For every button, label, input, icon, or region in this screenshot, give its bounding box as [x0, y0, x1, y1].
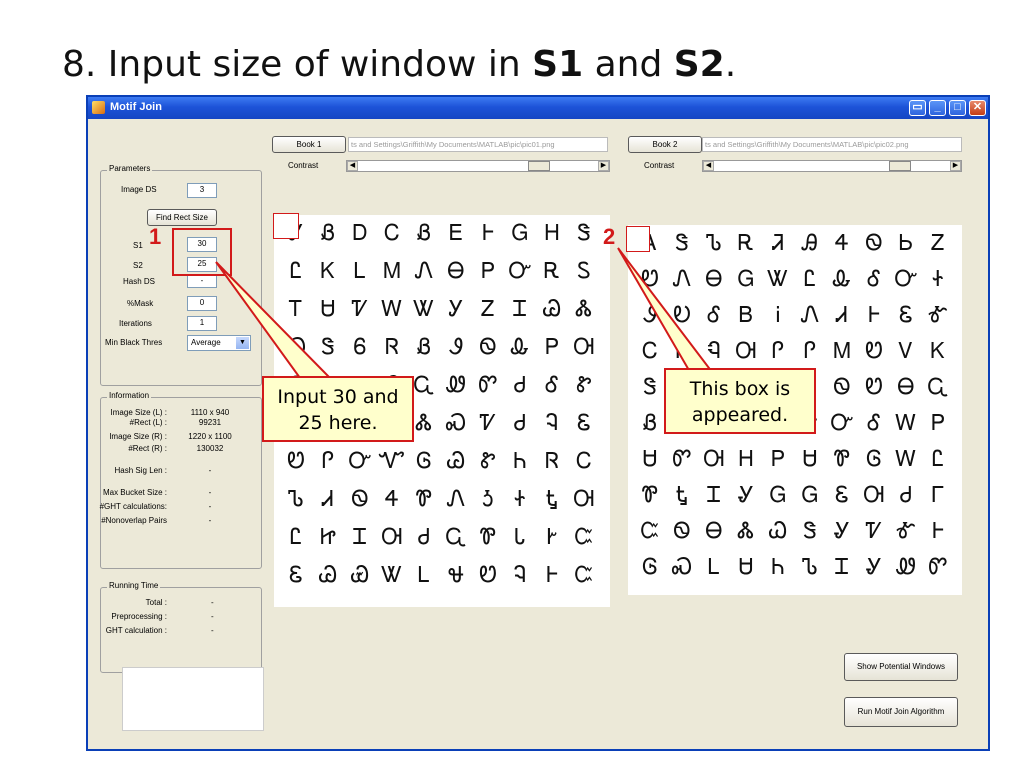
- callout-1: Input 30 and 25 here.: [262, 376, 414, 442]
- callout-pointers: [215, 247, 715, 379]
- callout-2: This box is appeared.: [664, 368, 816, 434]
- callout2-pointer: [617, 247, 715, 373]
- callout1-pointer: [215, 261, 333, 379]
